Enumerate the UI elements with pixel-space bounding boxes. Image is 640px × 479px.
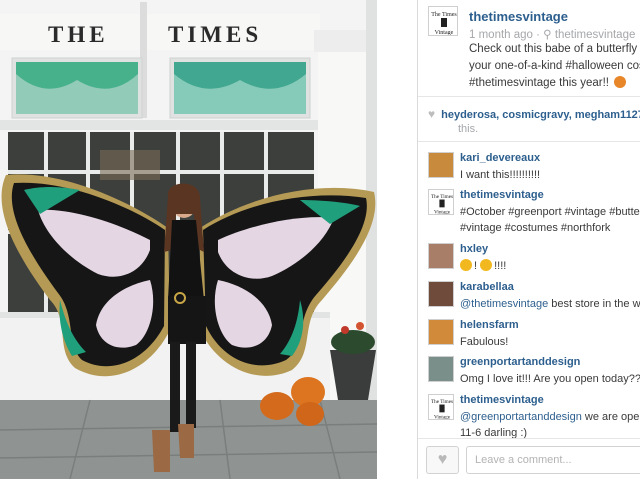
times-logo-icon: The Times Vintage: [429, 7, 457, 36]
likes-users[interactable]: heyderosa, cosmicgravy, megham1127: [441, 109, 640, 121]
comment-username[interactable]: thetimesvintage: [460, 189, 544, 201]
heart-icon: ♥: [428, 107, 436, 121]
comment-text: @greenportartanddesign we are open 11-6 …: [460, 409, 640, 441]
post-username[interactable]: thetimesvintage: [469, 9, 568, 24]
post-caption: Check out this babe of a butterfly @ you…: [469, 41, 640, 92]
times-logo-icon: The Times Vintage: [429, 190, 453, 215]
comment-text: #October #greenport #vintage #butte #vin…: [460, 204, 640, 236]
comment-text: @thetimesvintage best store in the wo: [460, 296, 640, 312]
caption-line: #thetimesvintage this year!!: [469, 75, 640, 92]
svg-text:The Times: The Times: [431, 194, 453, 200]
likes-suffix: this.: [458, 123, 479, 135]
avatar[interactable]: [428, 152, 454, 178]
comment-username[interactable]: kari_devereaux: [460, 152, 540, 164]
comment-mention-link[interactable]: @greenportartanddesign: [460, 411, 582, 423]
comment-text: I want this!!!!!!!!!!: [460, 169, 541, 181]
pumpkin-emoji-icon: [614, 76, 627, 88]
smile-emoji-icon: [480, 259, 493, 271]
sign-text-left: THE: [48, 22, 109, 47]
svg-text:Vintage: Vintage: [434, 209, 451, 215]
like-button[interactable]: ♥: [426, 446, 459, 474]
avatar[interactable]: The Times Vintage: [428, 6, 458, 36]
post-detail-panel: The Times Vintage thetimesvintage 1 mont…: [418, 0, 640, 479]
smile-emoji-icon: [460, 259, 472, 271]
caption-text: #thetimesvintage this year!!: [469, 77, 613, 89]
comment-mention-link[interactable]: @thetimesvintage: [460, 298, 548, 310]
comment-line: @greenportartanddesign we are open: [460, 409, 640, 425]
avatar[interactable]: The Times Vintage: [428, 189, 454, 215]
comment-text-body: we are open: [581, 411, 640, 423]
comment-text: Fabulous!: [460, 336, 509, 348]
caption-text: Check out this babe of a butterfly: [469, 43, 640, 55]
comment-line: #October #greenport #vintage #butte: [460, 206, 640, 218]
post-photo: THE TIMES: [0, 0, 377, 479]
avatar[interactable]: The Times Vintage: [428, 394, 454, 420]
comment-text-body: best store in the wo: [548, 298, 640, 310]
caption-line: your one-of-a-kind #halloween cost: [469, 60, 640, 72]
comment-text: Omg I love it!!! Are you open today??: [460, 373, 640, 385]
avatar[interactable]: [428, 319, 454, 345]
caption-line: Check out this babe of a butterfly @: [469, 41, 640, 58]
comment-text: ! !!!!: [460, 258, 506, 274]
avatar[interactable]: [428, 356, 454, 382]
svg-text:The Times: The Times: [431, 12, 457, 18]
post-header: The Times Vintage thetimesvintage 1 mont…: [418, 0, 640, 96]
times-logo-icon: The Times Vintage: [429, 395, 453, 420]
section-divider: [418, 141, 640, 142]
likes-summary: ♥ heyderosa, cosmicgravy, megham1127 this…: [428, 107, 640, 136]
post-location[interactable]: thetimesvintage: [555, 29, 636, 41]
comment-input[interactable]: [466, 446, 640, 474]
avatar[interactable]: [428, 281, 454, 307]
avatar[interactable]: [428, 243, 454, 269]
storefront-photo: THE TIMES: [0, 0, 377, 479]
section-divider: [418, 96, 640, 97]
comment-username[interactable]: thetimesvintage: [460, 394, 544, 406]
comment-username[interactable]: hxley: [460, 243, 488, 255]
svg-text:Vintage: Vintage: [434, 414, 451, 420]
sign-text-right: TIMES: [168, 22, 262, 47]
comment-username[interactable]: helensfarm: [460, 319, 519, 331]
svg-text:Vintage: Vintage: [435, 30, 454, 36]
location-pin-icon: ⚲: [543, 29, 552, 41]
comment-line: #vintage #costumes #northfork: [460, 222, 611, 234]
post-time: 1 month ago: [469, 29, 533, 41]
comment-username[interactable]: karabellaa: [460, 281, 514, 293]
heart-icon: ♥: [437, 451, 448, 468]
comment-username[interactable]: greenportartanddesign: [460, 356, 580, 368]
comment-footer: ♥: [418, 438, 640, 479]
svg-text:The Times: The Times: [431, 399, 453, 405]
comment-text-suffix: !!!!: [494, 260, 507, 272]
post-meta: 1 month ago · ⚲ thetimesvintage: [469, 27, 635, 41]
